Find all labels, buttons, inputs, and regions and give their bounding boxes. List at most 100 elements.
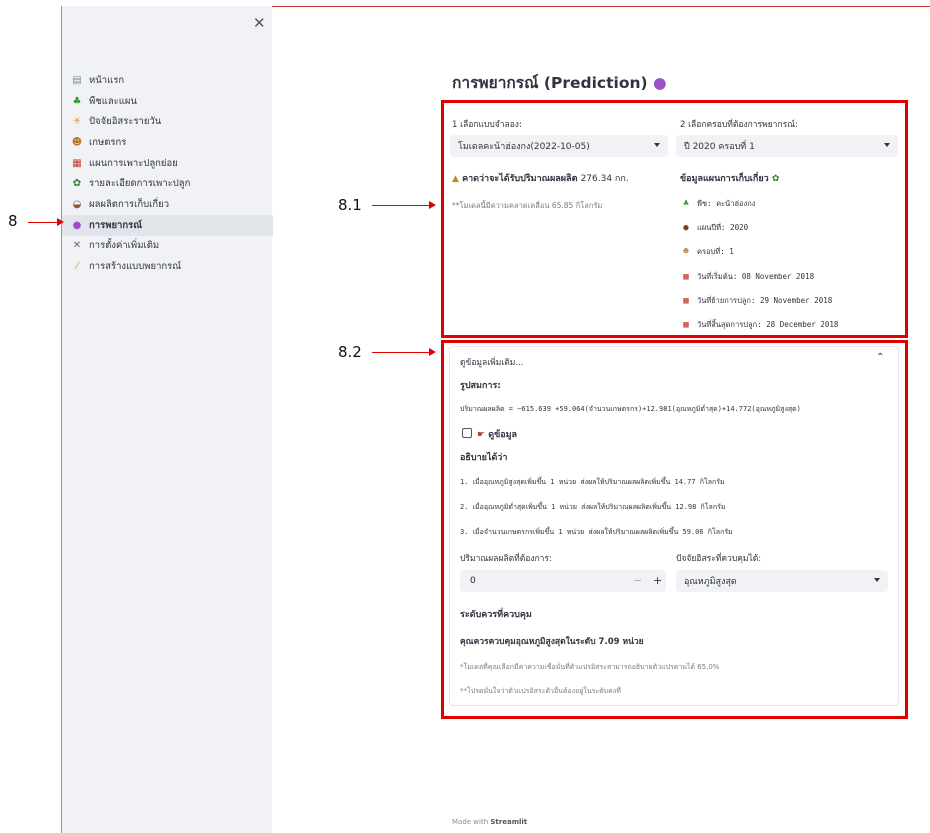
calendar-icon: ▦: [683, 272, 689, 282]
sidebar-item-label: ผลผลิตการเก็บเกี่ยว: [89, 198, 170, 210]
sidebar-item-label: ปัจจัยอิสระรายวัน: [89, 116, 162, 128]
sidebar-item-crops[interactable]: ♣ พืชและแผน: [62, 91, 273, 112]
sidebar-item-label: การสร้างแบบพยากรณ์: [89, 261, 182, 273]
plan-transplant-date-text: วันที่ย้ายการปลูก: 29 November 2018: [697, 296, 833, 305]
explain-title: อธิบายได้ว่า: [460, 453, 508, 463]
sidebar-item-planting-details[interactable]: ✿ รายละเอียดการเพาะปลูก: [62, 173, 273, 194]
tools-icon: ✕: [72, 240, 82, 252]
harvest-plan-title-text: ข้อมูลแผนการเก็บเกี่ยว: [680, 174, 769, 184]
document-icon: ▤: [72, 74, 82, 86]
wand-icon: ⁄: [76, 261, 78, 273]
constant-note: **โปรดมั่นใจว่าตัวแปรอิสระตัวอื่นต้องอยู…: [460, 687, 621, 695]
explain-line: 3. เมื่อจำนวนเกษตรกรเพิ่มขึ้น 1 หน่วย ส่…: [460, 528, 733, 536]
factor-select-value: อุณหภูมิสูงสุด: [684, 577, 737, 587]
footer-brand-link[interactable]: Streamlit: [490, 818, 527, 826]
plan-cycle-text: ครอบที่: 1: [697, 247, 734, 256]
factor-select-label: ปัจจัยอิสระที่ควบคุมได้:: [676, 554, 762, 564]
footer: Made with Streamlit: [452, 818, 527, 826]
footer-prefix: Made with: [452, 818, 489, 826]
plan-crop-text: พืช: คะน้าฮ่องกง: [697, 199, 756, 208]
decrement-button[interactable]: −: [633, 574, 642, 587]
calendar-icon: ▦: [72, 157, 82, 169]
model-select-label: 1 เลือกแบบจำลอง:: [452, 120, 522, 130]
view-data-label[interactable]: ☛ ดูข้อมูล: [477, 427, 517, 441]
sidebar-item-label: การพยากรณ์: [89, 219, 143, 231]
sidebar-item-label: แผนการเพาะปลูกย่อย: [89, 157, 178, 169]
sidebar-item-label: รายละเอียดการเพาะปลูก: [89, 178, 191, 190]
cycle-select-label: 2 เลือกครอบที่ต้องการพยากรณ์:: [680, 120, 798, 130]
control-level-result: คุณควรควบคุมอุณหภูมิสูงสุดในระดับ 7.09 ห…: [460, 637, 644, 647]
sidebar-item-settings[interactable]: ✕ การตั้งค่าเพิ่มเติม: [62, 236, 273, 257]
plan-year: ● แผนปีที่: 2020: [680, 222, 748, 234]
plan-start-date-text: วันที่เริ่มต้น: 08 November 2018: [697, 272, 815, 281]
chevron-down-icon: [884, 143, 890, 147]
annotation-8-2: 8.2: [338, 343, 362, 361]
expected-yield-prefix: คาดว่าจะได้รับปริมาณผลผลิต: [462, 174, 578, 184]
app-window: ✕ ▤ หน้าแรก ♣ พืชและแผน ☀ ปัจจัยอิสระราย…: [0, 0, 930, 833]
annotation-8: 8: [8, 212, 18, 230]
annotation-8-2-arrow: [372, 348, 436, 356]
page-title: การพยากรณ์ (Prediction) ●: [452, 70, 667, 95]
page-title-text: การพยากรณ์ (Prediction): [452, 74, 648, 92]
plan-cycle: ☻ ครอบที่: 1: [680, 246, 734, 258]
plan-transplant-date: ▦ วันที่ย้ายการปลูก: 29 November 2018: [680, 295, 832, 307]
confidence-note: *โมเดลที่คุณเลือกมีค่าความเชื่อมั่นที่ตั…: [460, 663, 720, 671]
annotation-8-1-arrow: [372, 201, 436, 209]
sidebar-item-daily-factors[interactable]: ☀ ปัจจัยอิสระรายวัน: [62, 111, 273, 132]
close-icon[interactable]: ✕: [253, 14, 266, 32]
chevron-up-icon[interactable]: ⌃: [876, 352, 884, 363]
sidebar-item-build-model[interactable]: ⁄ การสร้างแบบพยากรณ์: [62, 256, 273, 277]
explain-line: 2. เมื่ออุณหภูมิต่ำสุดเพิ่มขึ้น 1 หน่วย …: [460, 503, 726, 511]
cycle-select[interactable]: ปี 2020 ครอบที่ 1: [676, 135, 898, 157]
scale-icon: ▲: [452, 174, 459, 184]
model-select[interactable]: โมเดลคะน้าฮ่องกง(2022-10-05): [450, 135, 668, 157]
view-data-label-text: ดูข้อมูล: [488, 430, 518, 440]
cycle-select-value: ปี 2020 ครอบที่ 1: [684, 142, 755, 152]
view-data-checkbox[interactable]: [462, 428, 472, 438]
sidebar-item-harvest[interactable]: ◒ ผลผลิตการเก็บเกี่ยว: [62, 194, 273, 215]
target-yield-label: ปริมาณผลผลิตที่ต้องการ:: [460, 554, 552, 564]
farmer-icon: ☻: [683, 247, 689, 257]
weather-icon: ☀: [72, 116, 82, 128]
seedling-icon: ♣: [72, 95, 82, 107]
sidebar-item-label: พืชและแผน: [89, 95, 137, 107]
calendar-icon: ▦: [683, 320, 689, 330]
sidebar-item-home[interactable]: ▤ หน้าแรก: [62, 70, 273, 91]
sidebar-nav: ▤ หน้าแรก ♣ พืชและแผน ☀ ปัจจัยอิสระรายวั…: [62, 70, 273, 277]
seedling-icon: ♣: [683, 199, 689, 209]
target-yield-value: 0: [470, 576, 476, 586]
sidebar: ✕ ▤ หน้าแรก ♣ พืชและแผน ☀ ปัจจัยอิสระราย…: [61, 6, 273, 833]
control-level-title: ระดับควรที่ควบคุม: [460, 610, 532, 620]
formula-text: ปริมาณผลผลิต = −615.639 +59.064(จำนวนเกษ…: [460, 405, 801, 413]
plan-end-date-text: วันที่สิ้นสุดการปลูก: 28 December 2018: [697, 320, 839, 329]
crystal-ball-icon: ●: [653, 74, 667, 92]
sidebar-item-label: เกษตรกร: [89, 136, 127, 148]
crystal-ball-icon: ●: [72, 219, 82, 231]
annotation-8-arrow: [28, 218, 64, 226]
pointing-hand-icon: ☛: [477, 430, 486, 440]
sidebar-item-sub-plans[interactable]: ▦ แผนการเพาะปลูกย่อย: [62, 153, 273, 174]
sidebar-item-farmers[interactable]: ☻ เกษตรกร: [62, 132, 273, 153]
chevron-down-icon: [654, 143, 660, 147]
sidebar-item-prediction[interactable]: ● การพยากรณ์: [62, 214, 273, 236]
plan-start-date: ▦ วันที่เริ่มต้น: 08 November 2018: [680, 271, 814, 283]
broccoli-icon: ✿: [771, 174, 780, 184]
annotation-8-1: 8.1: [338, 196, 362, 214]
harvest-plan-title: ข้อมูลแผนการเก็บเกี่ยว ✿: [680, 171, 779, 185]
expected-yield: ▲ คาดว่าจะได้รับปริมาณผลผลิต 276.34 กก.: [452, 171, 629, 185]
increment-button[interactable]: +: [653, 574, 662, 587]
factor-select[interactable]: อุณหภูมิสูงสุด: [676, 570, 888, 592]
formula-title: รูปสมการ:: [460, 381, 501, 391]
basket-icon: ◒: [72, 198, 82, 210]
explain-line: 1. เมื่ออุณหภูมิสูงสุดเพิ่มขึ้น 1 หน่วย …: [460, 478, 725, 486]
broccoli-icon: ✿: [72, 178, 82, 190]
error-note: **โมเดลนี้มีความคลาดเคลื่อน 65.85 กิโลกร…: [452, 201, 603, 210]
plan-end-date: ▦ วันที่สิ้นสุดการปลูก: 28 December 2018: [680, 319, 838, 331]
sidebar-item-label: การตั้งค่าเพิ่มเติม: [89, 240, 160, 252]
plan-crop: ♣ พืช: คะน้าฮ่องกง: [680, 198, 755, 210]
expander-header[interactable]: ดูข้อมูลเพิ่มเติม...: [460, 355, 524, 369]
plan-year-text: แผนปีที่: 2020: [697, 223, 749, 232]
coconut-icon: ●: [683, 223, 689, 233]
expected-yield-value: 276.34 กก.: [580, 174, 629, 184]
farmer-icon: ☻: [71, 136, 83, 148]
